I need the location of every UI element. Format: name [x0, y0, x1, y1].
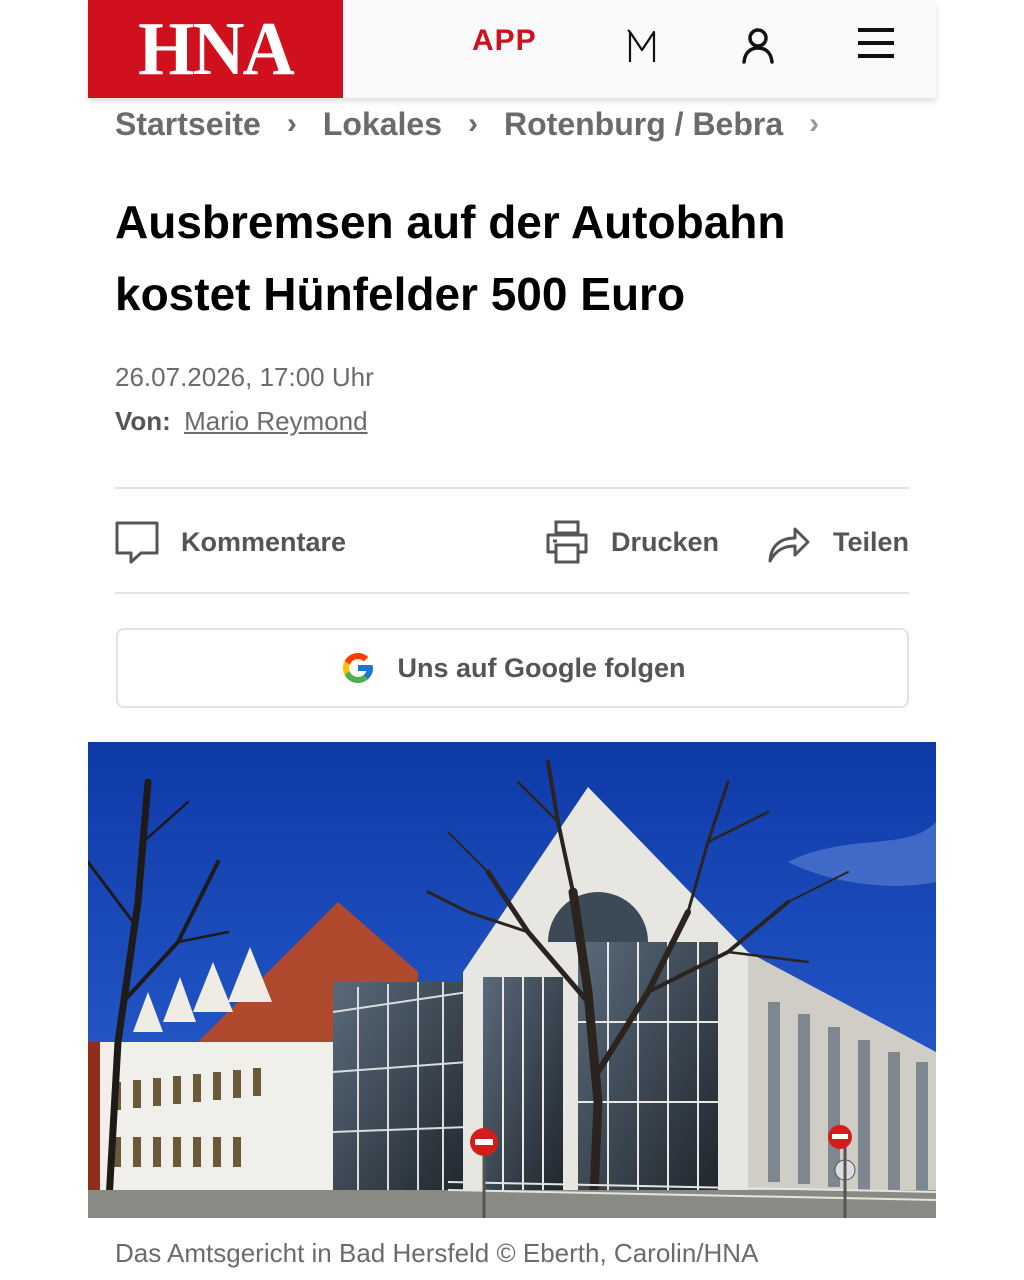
divider [115, 487, 909, 489]
comments-button[interactable]: Kommentare [115, 512, 346, 572]
article-headline: Ausbremsen auf der Autobahn kostet Hünfe… [115, 186, 915, 330]
breadcrumb-item-rotenburg-bebra[interactable]: Rotenburg / Bebra [504, 106, 783, 143]
breadcrumb: Startseite › Lokales › Rotenburg / Bebra… [115, 104, 845, 144]
hna-logo[interactable]: HNA [88, 0, 343, 98]
print-label: Drucken [611, 526, 720, 557]
photo-caption: Das Amtsgericht in Bad Hersfeld © Eberth… [115, 1238, 759, 1268]
headline-line-1: Ausbremsen auf der Autobahn [115, 196, 786, 248]
site-header: HNA APP [88, 0, 936, 98]
breadcrumb-item-lokales[interactable]: Lokales [323, 106, 442, 143]
byline-label: Von: [115, 406, 171, 436]
breadcrumb-separator: › [468, 107, 479, 140]
menu-icon[interactable] [858, 26, 894, 60]
author-link[interactable]: Mario Reymond [184, 406, 368, 436]
breadcrumb-separator: › [809, 107, 820, 140]
courthouse-photo [88, 742, 936, 1218]
byline: Von: Mario Reymond [115, 406, 368, 437]
article-photo[interactable] [88, 742, 936, 1218]
app-link[interactable]: APP [472, 24, 537, 58]
user-icon[interactable] [740, 26, 776, 64]
share-icon [768, 527, 810, 563]
share-label: Teilen [833, 526, 910, 557]
logo-text: HNA [138, 7, 295, 91]
share-button[interactable]: Teilen [767, 512, 909, 572]
print-button[interactable]: Drucken [545, 512, 719, 572]
breadcrumb-item-startseite[interactable]: Startseite [115, 106, 261, 143]
google-icon [342, 653, 373, 683]
article-page: HNA APP Startseite › Lokales › Rotenburg… [88, 0, 936, 1280]
breadcrumb-separator: › [286, 107, 297, 140]
printer-icon [546, 520, 588, 564]
google-follow-label: Uns auf Google folgen [397, 652, 686, 683]
comments-label: Kommentare [181, 526, 347, 557]
divider [115, 592, 909, 594]
headline-line-2: kostet Hünfelder 500 Euro [115, 268, 686, 320]
comment-icon [115, 521, 159, 564]
article-actions: Kommentare Drucken Teilen [115, 512, 909, 572]
google-follow-button[interactable]: Uns auf Google folgen [116, 628, 909, 708]
m-icon[interactable] [626, 28, 658, 64]
publish-date: 26.07.2026, 17:00 Uhr [115, 362, 374, 392]
